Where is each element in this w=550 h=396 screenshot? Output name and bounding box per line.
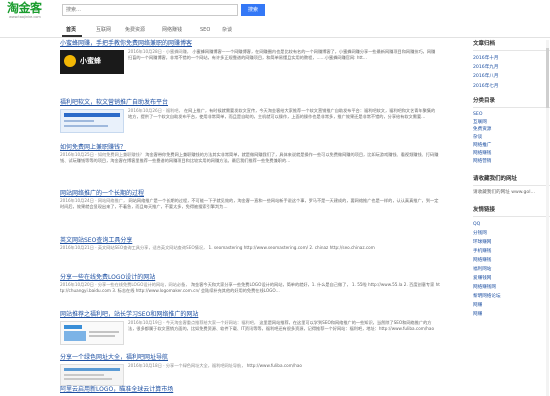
- post-title[interactable]: 小蜜蜂网赚，手把手教你免费网络兼职的网赚博客: [60, 40, 440, 48]
- archive-item[interactable]: 2016年八月: [473, 72, 550, 81]
- post-title[interactable]: 网站网络推广的一个长期的过程: [60, 190, 440, 198]
- bookmark-title: 请收藏我们的网址: [473, 176, 518, 183]
- category-item[interactable]: 网络推广: [473, 142, 550, 150]
- post-item: 如何免费网上兼职赚钱？ 2016年10月25日 · 如何免费网上兼职赚钱？ 淘金…: [60, 144, 440, 182]
- category-item[interactable]: 网络赚钱: [473, 150, 550, 158]
- post-excerpt: 2016年10月19日 · 今天淘金客重点推荐给大家一个好网站：福利吧， 这里是…: [128, 320, 435, 331]
- post-item: 小蜜蜂网赚，手把手教你免费网络兼职的网赚博客 小蜜蜂 2016年10月28日 ·…: [60, 40, 440, 74]
- archive-item[interactable]: 2016年七月: [473, 82, 550, 91]
- site-logo[interactable]: 淘金客 www.taojinke.com: [7, 1, 42, 20]
- bookmark-text: 请收藏我们的网址 www.gol…: [473, 190, 536, 196]
- post-title[interactable]: 如何免费网上兼职赚钱？: [60, 144, 440, 152]
- sidebar: 文章归档 2016年十月 2016年九月 2016年八月 2016年七月 分类目…: [473, 40, 550, 319]
- link-item[interactable]: QQ: [473, 220, 550, 229]
- post-excerpt: 2016年10月21日 · 英文网站SEO查询工具分享，适合英文网站查询SEO情…: [60, 245, 375, 250]
- archive-title: 文章归档: [473, 41, 496, 47]
- thumb-line: [64, 374, 104, 376]
- thumb-label: 小蜜蜂: [80, 57, 101, 65]
- thumb-line: [64, 378, 112, 380]
- logo-text: 淘金客: [7, 1, 42, 15]
- category-item[interactable]: 杂谈: [473, 134, 550, 142]
- post-thumbnail[interactable]: 小蜜蜂: [60, 50, 124, 74]
- post-excerpt: 2016年10月18日 · 分享一个绿色网址大全，福利吧网址导航， http:/…: [128, 363, 302, 368]
- post-meta: 2016年10月18日 · 分享一个绿色网址大全，福利吧网址导航，: [128, 363, 246, 368]
- post-excerpt: 2016年10月20日 · 分享一些在线免费LOGO设计的网站，网站必备， 淘金…: [60, 282, 440, 293]
- thumb-line: [89, 331, 119, 333]
- nav-free-resources[interactable]: 免费资源: [125, 26, 145, 34]
- post-thumbnail[interactable]: [60, 364, 124, 386]
- link-item[interactable]: 手机赚钱: [473, 247, 550, 256]
- post-excerpt: 2016年10月24日 · 网站网络推广， 网站网络推广是一个长期的过程，不可能…: [60, 198, 439, 209]
- post-excerpt: 2016年10月28日 · 小蜜蜂网赚， 小蜜蜂网赚博客—一个网赚博客，在网赚圈…: [128, 49, 436, 60]
- link-item[interactable]: 黎明网络论坛: [473, 292, 550, 301]
- post-title[interactable]: 网站推荐之福利吧，站长学习SEO和网络推广的网站: [60, 311, 440, 319]
- post-meta: 2016年10月19日 · 今天淘金客重点推荐给大家一个好网站：福利吧，: [128, 320, 258, 325]
- post-title[interactable]: 分享一些在线免费LOGO设计的网站: [60, 274, 440, 282]
- link-item[interactable]: 网络赚钱: [473, 256, 550, 265]
- post-item: 网站网络推广的一个长期的过程 2016年10月24日 · 网站网络推广， 网站网…: [60, 190, 440, 222]
- post-item: 分享一个绿色网址大全，福利吧网址导航 2016年10月18日 · 分享一个绿色网…: [60, 354, 440, 386]
- link-item[interactable]: 爱赚钱网: [473, 274, 550, 283]
- archive-item[interactable]: 2016年九月: [473, 63, 550, 72]
- link-item[interactable]: 网赚: [473, 301, 550, 310]
- thumb-banner: [64, 368, 120, 371]
- category-item[interactable]: 互联网: [473, 119, 550, 127]
- search-button[interactable]: 搜索: [241, 4, 265, 16]
- post-meta: 2016年10月25日 · 如何免费网上兼职赚钱？: [60, 152, 144, 157]
- scrollbar-thumb[interactable]: [546, 48, 549, 108]
- link-item[interactable]: 分钱网: [473, 229, 550, 238]
- nav-home[interactable]: 首页: [66, 26, 76, 34]
- post-title[interactable]: 阿里云启用新LOGO，瞄准全球云计算市场: [60, 386, 440, 394]
- vertical-scrollbar[interactable]: [546, 40, 549, 396]
- post-excerpt: 2016年10月25日 · 如何免费网上兼职赚钱？ 淘金客带你免费网上兼职赚钱的…: [60, 152, 439, 163]
- post-title[interactable]: 福利吧软文，软文营销推广自助发布平台: [60, 99, 440, 107]
- post-excerpt: 2016年10月26日 · 福利吧， 在网上推广，有时候就需要发软文宣传，今天淘…: [128, 108, 436, 119]
- sidebar-divider: [473, 185, 550, 187]
- post-thumbnail[interactable]: [60, 109, 124, 133]
- post-item: 阿里云启用新LOGO，瞄准全球云计算市场: [60, 386, 440, 394]
- category-title: 分类目录: [473, 97, 496, 104]
- post-title[interactable]: 英文网站SEO查询工具分享: [60, 237, 440, 245]
- category-item[interactable]: 免费资源: [473, 126, 550, 134]
- category-item[interactable]: 网络营销: [473, 158, 550, 166]
- nav-seo[interactable]: SEO: [200, 26, 210, 34]
- site-header: 淘金客 www.taojinke.com 搜索: [0, 0, 550, 22]
- archive-item[interactable]: 2016年十月: [473, 54, 550, 63]
- sidebar-divider: [473, 216, 550, 218]
- links-title: 友情链接: [473, 207, 496, 214]
- logo-subtext: www.taojinke.com: [9, 15, 41, 19]
- post-meta: 2016年10月28日 · 小蜜蜂网赚，: [128, 49, 191, 54]
- sidebar-divider: [473, 50, 550, 51]
- sidebar-divider: [473, 106, 550, 108]
- thumb-line: [64, 120, 94, 122]
- post-thumbnail[interactable]: [60, 321, 124, 345]
- post-item: 英文网站SEO查询工具分享 2016年10月21日 · 英文网站SEO查询工具分…: [60, 237, 440, 257]
- bee-icon: [64, 55, 76, 67]
- thumb-line: [89, 335, 115, 337]
- nav-make-money[interactable]: 网络赚钱: [162, 26, 182, 34]
- link-item[interactable]: 网赚: [473, 310, 550, 319]
- link-item[interactable]: 网络赚钱网: [473, 283, 550, 292]
- nav-misc[interactable]: 杂谈: [222, 26, 232, 34]
- post-meta: 2016年10月20日 · 分享一些在线免费LOGO设计的网站，网站必备，: [60, 282, 190, 287]
- nav-internet[interactable]: 互联网: [96, 26, 111, 34]
- link-item[interactable]: 福利网站: [473, 265, 550, 274]
- thumb-banner: [64, 113, 120, 117]
- search-input[interactable]: [62, 4, 238, 16]
- thumb-line: [64, 125, 108, 127]
- header-divider: [0, 37, 550, 38]
- link-item[interactable]: 环球赚网: [473, 238, 550, 247]
- post-meta: 2016年10月21日 · 英文网站SEO查询工具分享，适合英文网站查询SEO情…: [60, 245, 208, 250]
- post-meta: 2016年10月24日 · 网站网络推广，: [60, 198, 128, 203]
- post-item: 分享一些在线免费LOGO设计的网站 2016年10月20日 · 分享一些在线免费…: [60, 274, 440, 306]
- post-item: 福利吧软文，软文营销推广自助发布平台 2016年10月26日 · 福利吧， 在网…: [60, 99, 440, 133]
- post-item: 网站推荐之福利吧，站长学习SEO和网络推广的网站 2016年10月19日 · 今…: [60, 311, 440, 345]
- thumb-banner: [64, 325, 82, 329]
- post-title[interactable]: 分享一个绿色网址大全，福利吧网址导航: [60, 354, 440, 362]
- category-item[interactable]: SEO: [473, 111, 550, 119]
- thumb-image: [64, 331, 86, 341]
- post-meta: 2016年10月26日 · 福利吧，: [128, 108, 183, 113]
